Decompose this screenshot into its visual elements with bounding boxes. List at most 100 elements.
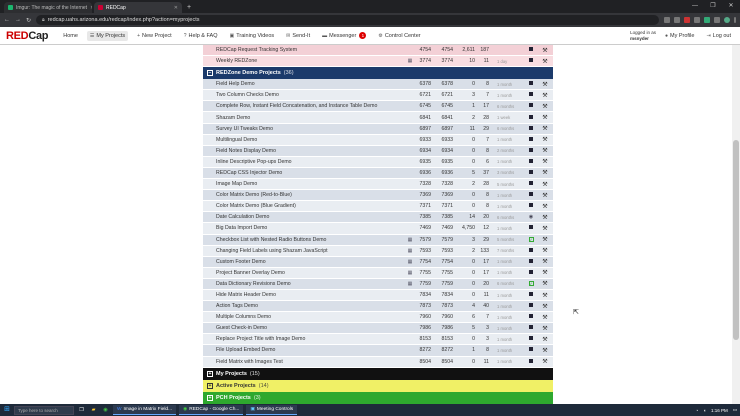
redcap-logo[interactable]: REDCap: [6, 30, 49, 42]
wrench-icon[interactable]: ⚒: [537, 247, 553, 254]
project-row[interactable]: Multiple Columns Demo 7960 7960 6 7 1 month ⚒: [203, 312, 553, 324]
wrench-icon[interactable]: ⚒: [537, 347, 553, 354]
project-row[interactable]: Big Data Import Demo 7469 7469 4,750 12 1 mon…: [203, 223, 553, 235]
collapse-icon[interactable]: −: [207, 70, 213, 77]
wrench-icon[interactable]: ⚒: [537, 325, 553, 332]
wrench-icon[interactable]: ⚒: [537, 236, 553, 243]
project-title-link[interactable]: Complete Row, Instant Field Concatenatio…: [211, 103, 405, 109]
network-icon[interactable]: ◔: [696, 408, 699, 413]
browser-tab-imgur[interactable]: Imgur: The magic of the Internet ✕: [4, 2, 92, 13]
project-title-link[interactable]: Action Tags Demo: [211, 303, 405, 309]
project-title-link[interactable]: Changing Field Labels using Shazam JavaS…: [211, 248, 405, 254]
extension-icon[interactable]: [674, 17, 680, 23]
project-row[interactable]: Weekly REDZone ▦ 3774 3774 10 11 1 day ⚒: [203, 56, 553, 68]
project-title-link[interactable]: Field Help Demo: [211, 81, 405, 87]
project-row[interactable]: Project Banner Overlay Demo ▦ 7755 7755 0 17 1…: [203, 267, 553, 279]
wrench-icon[interactable]: ⚒: [537, 125, 553, 132]
project-title-link[interactable]: Field Notes Display Demo: [211, 148, 405, 154]
project-row[interactable]: Hide Matrix Header Demo 7834 7834 0 11 1 mont…: [203, 289, 553, 302]
wrench-icon[interactable]: ⚒: [537, 314, 553, 321]
project-row[interactable]: Action Tags Demo 7873 7873 4 40 1 month ⚒: [203, 301, 553, 313]
extension-icon[interactable]: [714, 17, 720, 23]
project-title-link[interactable]: Two Column Checks Demo: [211, 92, 405, 98]
wrench-icon[interactable]: ⚒: [537, 280, 553, 287]
wrench-icon[interactable]: ⚒: [537, 58, 553, 65]
project-title-link[interactable]: Weekly REDZone: [211, 58, 405, 64]
project-title-link[interactable]: REDCap Request Tracking System: [211, 47, 405, 53]
project-row[interactable]: Complete Row, Instant Field Concatenatio…: [203, 101, 553, 113]
project-title-link[interactable]: Color Matrix Demo (Red-to-Blue): [211, 192, 405, 198]
project-row[interactable]: Data Dictionary Revisions Demo ▦ 7759 7759 0…: [203, 278, 553, 290]
wrench-icon[interactable]: ⚒: [537, 292, 553, 299]
project-title-link[interactable]: Replace Project Title with Image Demo: [211, 336, 405, 342]
project-row[interactable]: Guest Check-in Demo 7986 7986 5 3 1 month ⚒: [203, 323, 553, 335]
bookmark-star-icon[interactable]: [664, 17, 670, 23]
nav-help-faq[interactable]: ? Help & FAQ: [181, 31, 221, 41]
taskbar-app-chrome[interactable]: ◉ REDCap - Google Ch...: [179, 405, 244, 415]
wrench-icon[interactable]: ⚒: [537, 92, 553, 99]
wrench-icon[interactable]: ⚒: [537, 169, 553, 176]
project-row[interactable]: Inline Descriptive Pop-ups Demo 6935 6935 0…: [203, 156, 553, 168]
expand-icon[interactable]: +: [207, 382, 213, 389]
file-explorer-icon[interactable]: ▰: [89, 406, 98, 415]
project-title-link[interactable]: Color Matrix Demo (Blue Gradient): [211, 203, 405, 209]
wrench-icon[interactable]: ⚒: [537, 336, 553, 343]
nav-my-projects[interactable]: ☰ My Projects: [86, 30, 129, 41]
nav-training-videos[interactable]: ▣ Training Videos: [227, 31, 278, 41]
project-row[interactable]: Field Help Demo 6378 6378 0 8 1 month ⚒: [203, 79, 553, 91]
wrench-icon[interactable]: ⚒: [537, 181, 553, 188]
close-tab-icon[interactable]: ✕: [90, 5, 92, 11]
project-title-link[interactable]: Image Map Demo: [211, 181, 405, 187]
project-row[interactable]: File Upload Embed Demo 8272 8272 1 8 1 month ⚒: [203, 345, 553, 357]
project-row[interactable]: Multilingual Demo 6933 6933 0 7 1 month ⚒: [203, 134, 553, 146]
project-row[interactable]: Checkbox List with Nested Radio Buttons …: [203, 234, 553, 246]
notifications-icon[interactable]: ▭: [733, 407, 737, 413]
volume-icon[interactable]: ◖: [703, 408, 706, 413]
my-profile-link[interactable]: ● My Profile: [662, 31, 697, 41]
folder-my-projects[interactable]: + My Projects (15): [203, 367, 553, 380]
wrench-icon[interactable]: ⚒: [537, 269, 553, 276]
project-row[interactable]: Replace Project Title with Image Demo 815…: [203, 334, 553, 346]
project-row[interactable]: REDCap CSS Injector Demo 6936 6936 5 37 3 mon…: [203, 167, 553, 180]
extension-icon[interactable]: [704, 17, 710, 23]
project-title-link[interactable]: Survey UI Tweaks Demo: [211, 126, 405, 132]
wrench-icon[interactable]: ⚒: [537, 214, 553, 221]
taskbar-search-input[interactable]: Type here to search: [14, 405, 74, 415]
scrollbar-thumb[interactable]: [733, 140, 739, 340]
extension-icon[interactable]: [694, 17, 700, 23]
new-tab-button[interactable]: +: [187, 2, 191, 13]
extension-icon[interactable]: [684, 17, 690, 23]
project-row[interactable]: Image Map Demo 7328 7328 2 28 5 months ⚒: [203, 179, 553, 191]
project-row[interactable]: Changing Field Labels using Shazam JavaS…: [203, 245, 553, 257]
project-title-link[interactable]: Inline Descriptive Pop-ups Demo: [211, 159, 405, 165]
project-title-link[interactable]: File Upload Embed Demo: [211, 347, 405, 353]
browser-tab-redcap[interactable]: REDCap ✕: [94, 2, 182, 13]
wrench-icon[interactable]: ⚒: [537, 258, 553, 265]
page-scrollbar[interactable]: [732, 45, 740, 404]
project-row[interactable]: Color Matrix Demo (Blue Gradient) 7371 737…: [203, 201, 553, 213]
wrench-icon[interactable]: ⚒: [537, 103, 553, 110]
project-title-link[interactable]: REDCap CSS Injector Demo: [211, 170, 405, 176]
project-title-link[interactable]: Multiple Columns Demo: [211, 314, 405, 320]
expand-icon[interactable]: +: [207, 370, 213, 377]
taskbar-app-meeting[interactable]: ▣ Meeting Controls: [246, 405, 298, 415]
project-title-link[interactable]: Date Calculation Demo: [211, 214, 405, 220]
project-title-link[interactable]: Checkbox List with Nested Radio Buttons …: [211, 237, 405, 243]
project-title-link[interactable]: Field Matrix with Images Test: [211, 359, 405, 365]
project-row[interactable]: Field Notes Display Demo 6934 6934 0 8 2 mont…: [203, 145, 553, 157]
wrench-icon[interactable]: ⚒: [537, 358, 553, 365]
taskbar-app-word[interactable]: W Image in Matrix Field...: [113, 405, 177, 415]
wrench-icon[interactable]: ⚒: [537, 192, 553, 199]
project-title-link[interactable]: Hide Matrix Header Demo: [211, 292, 405, 298]
address-bar[interactable]: 🔒︎ redcap.uahs.arizona.edu/redcap/index.…: [36, 15, 659, 25]
project-row[interactable]: Survey UI Tweaks Demo 6897 6897 11 29 6 month…: [203, 123, 553, 135]
maximize-button[interactable]: ❐: [704, 0, 722, 13]
project-row[interactable]: Shazam Demo 6841 6841 2 28 1 week ⚒: [203, 112, 553, 124]
nav-home[interactable]: Home: [60, 31, 81, 41]
menu-kebab-icon[interactable]: [734, 17, 736, 23]
wrench-icon[interactable]: ⚒: [537, 303, 553, 310]
forward-arrow-icon[interactable]: →: [15, 17, 21, 23]
project-title-link[interactable]: Data Dictionary Revisions Demo: [211, 281, 405, 287]
clock[interactable]: 1:16 PM: [711, 408, 728, 413]
project-title-link[interactable]: Shazam Demo: [211, 115, 405, 121]
